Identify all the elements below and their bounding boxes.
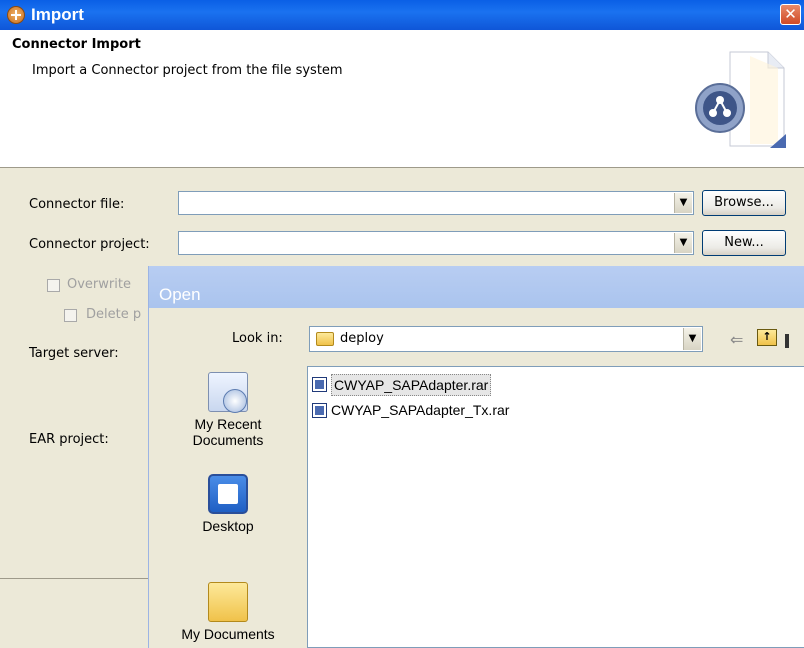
window-title: Import xyxy=(31,5,84,24)
open-dialog-title: Open xyxy=(159,285,201,304)
banner-title: Connector Import xyxy=(12,37,141,52)
overwrite-label: Overwrite xyxy=(67,277,131,292)
file-list[interactable]: CWYAP_SAPAdapter.rar CWYAP_SAPAdapter_Tx… xyxy=(307,366,804,648)
banner-description: Import a Connector project from the file… xyxy=(32,63,343,78)
file-name: CWYAP_SAPAdapter.rar xyxy=(331,374,492,396)
place-label: My Documents xyxy=(181,626,275,642)
connector-project-combo[interactable]: ▼ xyxy=(178,231,694,255)
open-dialog: Open Look in: deploy ▼ ⇐ ↑ My Recent Doc… xyxy=(148,266,804,648)
folder-icon xyxy=(316,332,334,346)
rar-file-icon xyxy=(312,377,327,392)
import-titlebar[interactable]: Import ✕ xyxy=(0,0,804,30)
desktop-icon xyxy=(208,474,248,514)
places-bar: My Recent Documents Desktop My Documents xyxy=(149,358,307,648)
look-in-value: deploy xyxy=(340,331,384,346)
file-name: CWYAP_SAPAdapter_Tx.rar xyxy=(331,402,510,418)
delete-checkbox[interactable] xyxy=(64,309,77,322)
recent-documents-icon xyxy=(208,372,248,413)
wizard-banner: Connector Import Import a Connector proj… xyxy=(0,30,804,168)
back-arrow-icon[interactable]: ⇐ xyxy=(730,330,743,349)
chevron-down-icon[interactable]: ▼ xyxy=(683,328,701,350)
place-my-documents[interactable]: My Documents xyxy=(149,582,307,642)
connector-project-label: Connector project: xyxy=(29,237,150,252)
new-project-button[interactable]: New... xyxy=(702,230,786,256)
import-app-icon xyxy=(7,6,25,24)
view-menu-icon[interactable] xyxy=(785,334,789,348)
open-dialog-titlebar[interactable]: Open xyxy=(149,266,804,308)
look-in-label: Look in: xyxy=(232,331,283,346)
place-label: My Recent Documents xyxy=(192,416,264,448)
place-my-recent-documents[interactable]: My Recent Documents xyxy=(149,372,307,448)
place-desktop[interactable]: Desktop xyxy=(149,474,307,534)
connector-file-combo[interactable]: ▼ xyxy=(178,191,694,215)
close-button[interactable]: ✕ xyxy=(780,4,801,25)
connector-wizard-icon xyxy=(695,51,786,148)
separator xyxy=(0,578,150,579)
connector-file-label: Connector file: xyxy=(29,197,125,212)
overwrite-checkbox[interactable] xyxy=(47,279,60,292)
target-server-label: Target server: xyxy=(29,346,119,361)
rar-file-icon xyxy=(312,403,327,418)
chevron-down-icon[interactable]: ▼ xyxy=(674,193,692,213)
place-label: Desktop xyxy=(202,518,254,534)
browse-button[interactable]: Browse... xyxy=(702,190,786,216)
look-in-combo[interactable]: deploy ▼ xyxy=(309,326,703,352)
chevron-down-icon[interactable]: ▼ xyxy=(674,233,692,253)
up-folder-icon[interactable]: ↑ xyxy=(757,329,777,346)
ear-project-label: EAR project: xyxy=(29,432,109,447)
delete-label: Delete p xyxy=(86,307,142,322)
my-documents-icon xyxy=(208,582,248,622)
